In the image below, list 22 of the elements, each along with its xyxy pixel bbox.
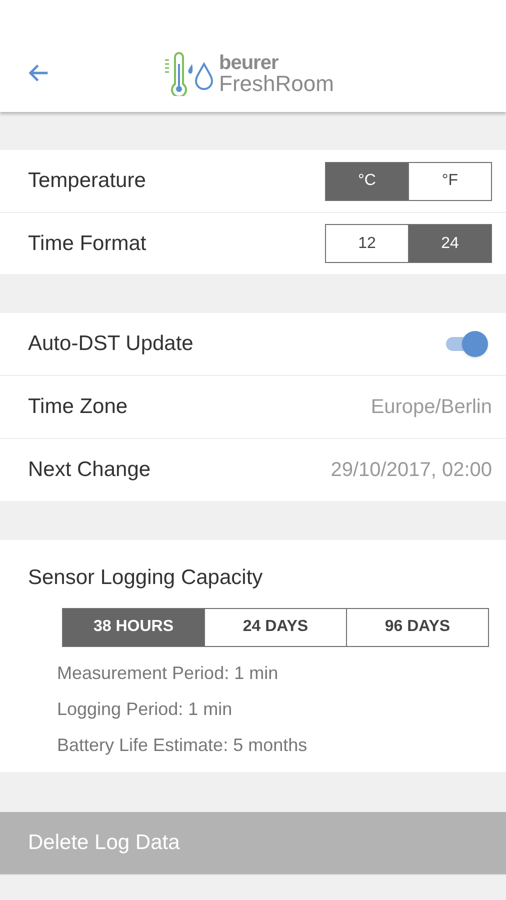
setting-label: Auto-DST Update (28, 331, 194, 358)
setting-label: Time Zone (28, 394, 128, 420)
segment-option[interactable]: 12 (325, 224, 409, 263)
thermometer-drop-icon (163, 52, 215, 96)
setting-label: Time Format (28, 230, 146, 257)
segment-option[interactable]: °C (325, 162, 409, 200)
setting-label: Temperature (28, 168, 146, 194)
segment-option[interactable]: 96 DAYS (346, 608, 489, 646)
setting-value: 29/10/2017, 02:00 (330, 458, 492, 483)
segment-option[interactable]: 24 DAYS (204, 608, 347, 646)
segment-option[interactable]: 24 (408, 224, 492, 263)
product-name: FreshRoom (219, 73, 334, 95)
toggle-switch[interactable] (444, 330, 488, 358)
segment-option[interactable]: °F (408, 162, 492, 200)
section-title: Sensor Logging Capacity (28, 566, 263, 589)
setting-value: Europe/Berlin (370, 395, 492, 420)
setting-label: Next Change (28, 457, 151, 484)
detail-text: Logging Period: 1 min (57, 698, 234, 721)
brand-name: beurer (219, 53, 280, 73)
detail-text: Battery Life Estimate: 5 months (57, 734, 308, 757)
detail-text: Measurement Period: 1 min (57, 662, 280, 684)
segment-option[interactable]: 38 HOURS (62, 608, 205, 646)
